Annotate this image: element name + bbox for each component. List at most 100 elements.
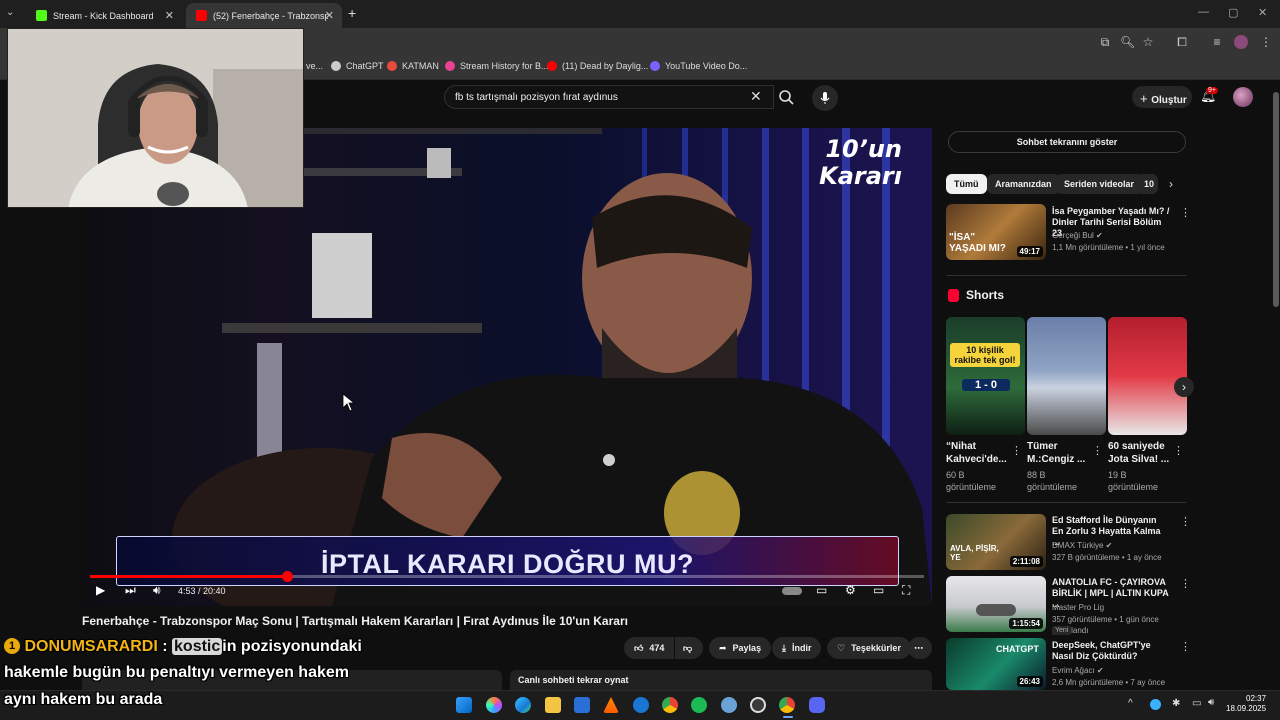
fullscreen-icon[interactable]: ⛶ [902, 583, 910, 598]
more-actions-button[interactable]: ⋯ [908, 637, 932, 659]
related-video-thumbnail[interactable]: 1:15:54 [946, 576, 1046, 632]
short-thumbnail[interactable] [1027, 317, 1106, 435]
live-chat-replay-button[interactable]: Canlı sohbeti tekrar oynat [510, 670, 932, 690]
more-options-icon[interactable]: ⋮ [1180, 206, 1191, 219]
new-tab-button[interactable]: + [348, 5, 356, 21]
chip-from-search[interactable]: Aramanızdan [987, 174, 1060, 194]
download-button[interactable]: ⤓ İndir [772, 637, 822, 659]
obs-icon[interactable] [750, 697, 766, 713]
extensions-icon[interactable]: ⧠ [1175, 35, 1189, 49]
more-options-icon[interactable]: ⋮ [1092, 444, 1103, 457]
close-tab-icon[interactable]: ✕ [325, 9, 334, 22]
windows-start-icon[interactable] [456, 697, 472, 713]
thanks-button[interactable]: ♡ Teşekkürler [827, 637, 911, 659]
close-window-icon[interactable]: ✕ [1258, 6, 1267, 19]
tray-network-icon[interactable]: ▭ [1192, 698, 1201, 709]
tab-kick-dashboard[interactable]: Stream - Kick Dashboard ✕ [26, 3, 182, 28]
chrome-icon[interactable] [779, 697, 795, 713]
show-chat-button[interactable]: Sohbet tekranını göster [948, 131, 1186, 153]
bookmark-youtube-video-downloader[interactable]: YouTube Video Do... [650, 61, 747, 71]
more-options-icon[interactable]: ⋮ [1180, 640, 1191, 653]
tray-bluetooth-icon[interactable]: ✱ [1172, 698, 1180, 709]
related-video-channel[interactable]: Evrim Ağacı ✔ [1052, 665, 1184, 676]
autoplay-toggle[interactable] [782, 587, 802, 595]
related-video-thumbnail[interactable]: "İSA" YAŞADI MI? 49:17 [946, 204, 1046, 260]
media-controls-icon[interactable]: ≡ [1210, 35, 1224, 49]
chip-from-series[interactable]: Seriden videolar [1056, 174, 1143, 194]
chip-all[interactable]: Tümü [946, 174, 987, 194]
like-button[interactable]: 👍︎ 474 [624, 637, 674, 659]
settings-gear-icon[interactable]: ⚙ [845, 583, 856, 597]
discord-icon[interactable] [809, 697, 825, 713]
related-video-channel[interactable]: Master Pro Lig [1052, 602, 1184, 613]
share-button[interactable]: ➦ Paylaş [709, 637, 772, 659]
minimize-icon[interactable]: — [1198, 6, 1209, 18]
downloader-icon [650, 61, 660, 71]
clear-search-icon[interactable]: ✕ [750, 88, 762, 105]
create-button[interactable]: + Oluştur [1132, 86, 1192, 108]
search-button[interactable] [774, 85, 798, 109]
account-avatar[interactable] [1233, 87, 1253, 107]
close-tab-icon[interactable]: ✕ [165, 9, 174, 22]
more-options-icon[interactable]: ⋮ [1011, 444, 1022, 457]
tray-overflow-chevron-icon[interactable]: ^ [1128, 698, 1133, 709]
search-input[interactable]: fb ts tartışmalı pozisyon fırat aydınus [444, 85, 774, 109]
more-options-icon[interactable]: ⋮ [1180, 515, 1191, 528]
chrome-icon[interactable] [662, 697, 678, 713]
short-title[interactable]: Tümer M.:Cengiz ... [1027, 440, 1097, 466]
related-video-title[interactable]: DeepSeek, ChatGPT'ye Nasıl Diz Çöktürdü? [1052, 640, 1170, 662]
profile-avatar-icon[interactable] [1234, 35, 1248, 49]
play-icon[interactable]: ▶ [96, 583, 105, 597]
taskbar-clock[interactable]: 02:37 18.09.2025 [1226, 694, 1266, 714]
more-options-icon[interactable]: ⋮ [1173, 444, 1184, 457]
bookmark-dead-by-daylight[interactable]: (11) Dead by Daylig... [547, 61, 648, 71]
zoom-icon[interactable]: 🔍︎ [1120, 35, 1135, 49]
related-video-thumbnail[interactable]: AVLA, PİŞİR, YE 2:11:08 [946, 514, 1046, 570]
bookmark-chatgpt[interactable]: ChatGPT [331, 61, 384, 71]
file-explorer-icon[interactable] [545, 697, 561, 713]
short-views: 19 B görüntüleme [1108, 470, 1159, 492]
more-options-icon[interactable]: ⋮ [1180, 577, 1191, 590]
progress-scrubber-handle[interactable] [282, 571, 293, 582]
related-video-channel[interactable]: DMAX Türkiye ✔ [1052, 540, 1184, 551]
scrollbar-thumb[interactable] [1273, 92, 1279, 307]
dislike-button[interactable]: 👎︎ [675, 637, 703, 659]
progress-bar-fill [90, 575, 287, 578]
short-title[interactable]: 60 saniyede Jota Silva! ... [1108, 440, 1178, 466]
short-title[interactable]: “Nihat Kahveci'de... [946, 440, 1016, 466]
short-thumbnail[interactable] [1108, 317, 1187, 435]
bookmark-katman[interactable]: KATMAN [387, 61, 439, 71]
bookmark-stream-history[interactable]: Stream History for B... [445, 61, 549, 71]
section-divider [946, 502, 1186, 503]
tab-youtube-video[interactable]: (52) Fenerbahçe - Trabzonspor ✕ [186, 3, 342, 28]
restore-icon[interactable]: ▢ [1228, 6, 1238, 19]
download-icon: ⤓ [782, 642, 786, 653]
edge-icon[interactable] [515, 697, 531, 713]
chip-10[interactable]: 10 [1136, 174, 1158, 194]
subtitles-icon[interactable]: ▭ [816, 583, 827, 597]
volume-icon[interactable]: 🔊︎ [153, 583, 161, 598]
chips-next-chevron-icon[interactable]: › [1169, 177, 1173, 191]
voice-search-button[interactable] [812, 85, 838, 111]
copilot-icon[interactable] [486, 697, 502, 713]
spotify-icon[interactable] [691, 697, 707, 713]
short-thumbnail[interactable]: 10 kişilik rakibe tek gol! 1 - 0 [946, 317, 1025, 435]
next-video-icon[interactable]: ⏭︎ [125, 583, 136, 598]
video-duration: 2:11:08 [1009, 556, 1043, 567]
short-views: 60 B görüntüleme [946, 470, 997, 492]
tray-app-icon[interactable] [1150, 699, 1161, 710]
store-icon[interactable] [574, 697, 590, 713]
install-app-icon[interactable]: ⧉ [1098, 35, 1112, 49]
tray-volume-icon[interactable]: 🔊︎ [1208, 697, 1214, 708]
tab-search-button[interactable]: ⌄ [6, 7, 14, 18]
app-icon[interactable] [633, 697, 649, 713]
bookmark-star-icon[interactable]: ☆ [1141, 35, 1155, 49]
app-icon[interactable] [721, 697, 737, 713]
related-video-thumbnail[interactable]: CHATGPT 26:43 [946, 638, 1046, 690]
bookmark-item[interactable]: ve... [306, 61, 323, 71]
theater-mode-icon[interactable]: ▭ [873, 583, 884, 597]
related-video-channel[interactable]: Gerçeği Bul ✔ [1052, 230, 1184, 241]
shorts-next-button[interactable]: › [1174, 377, 1194, 397]
thumbs-down-icon: 👎︎ [683, 642, 693, 653]
chrome-menu-icon[interactable]: ⋮ [1259, 35, 1273, 49]
